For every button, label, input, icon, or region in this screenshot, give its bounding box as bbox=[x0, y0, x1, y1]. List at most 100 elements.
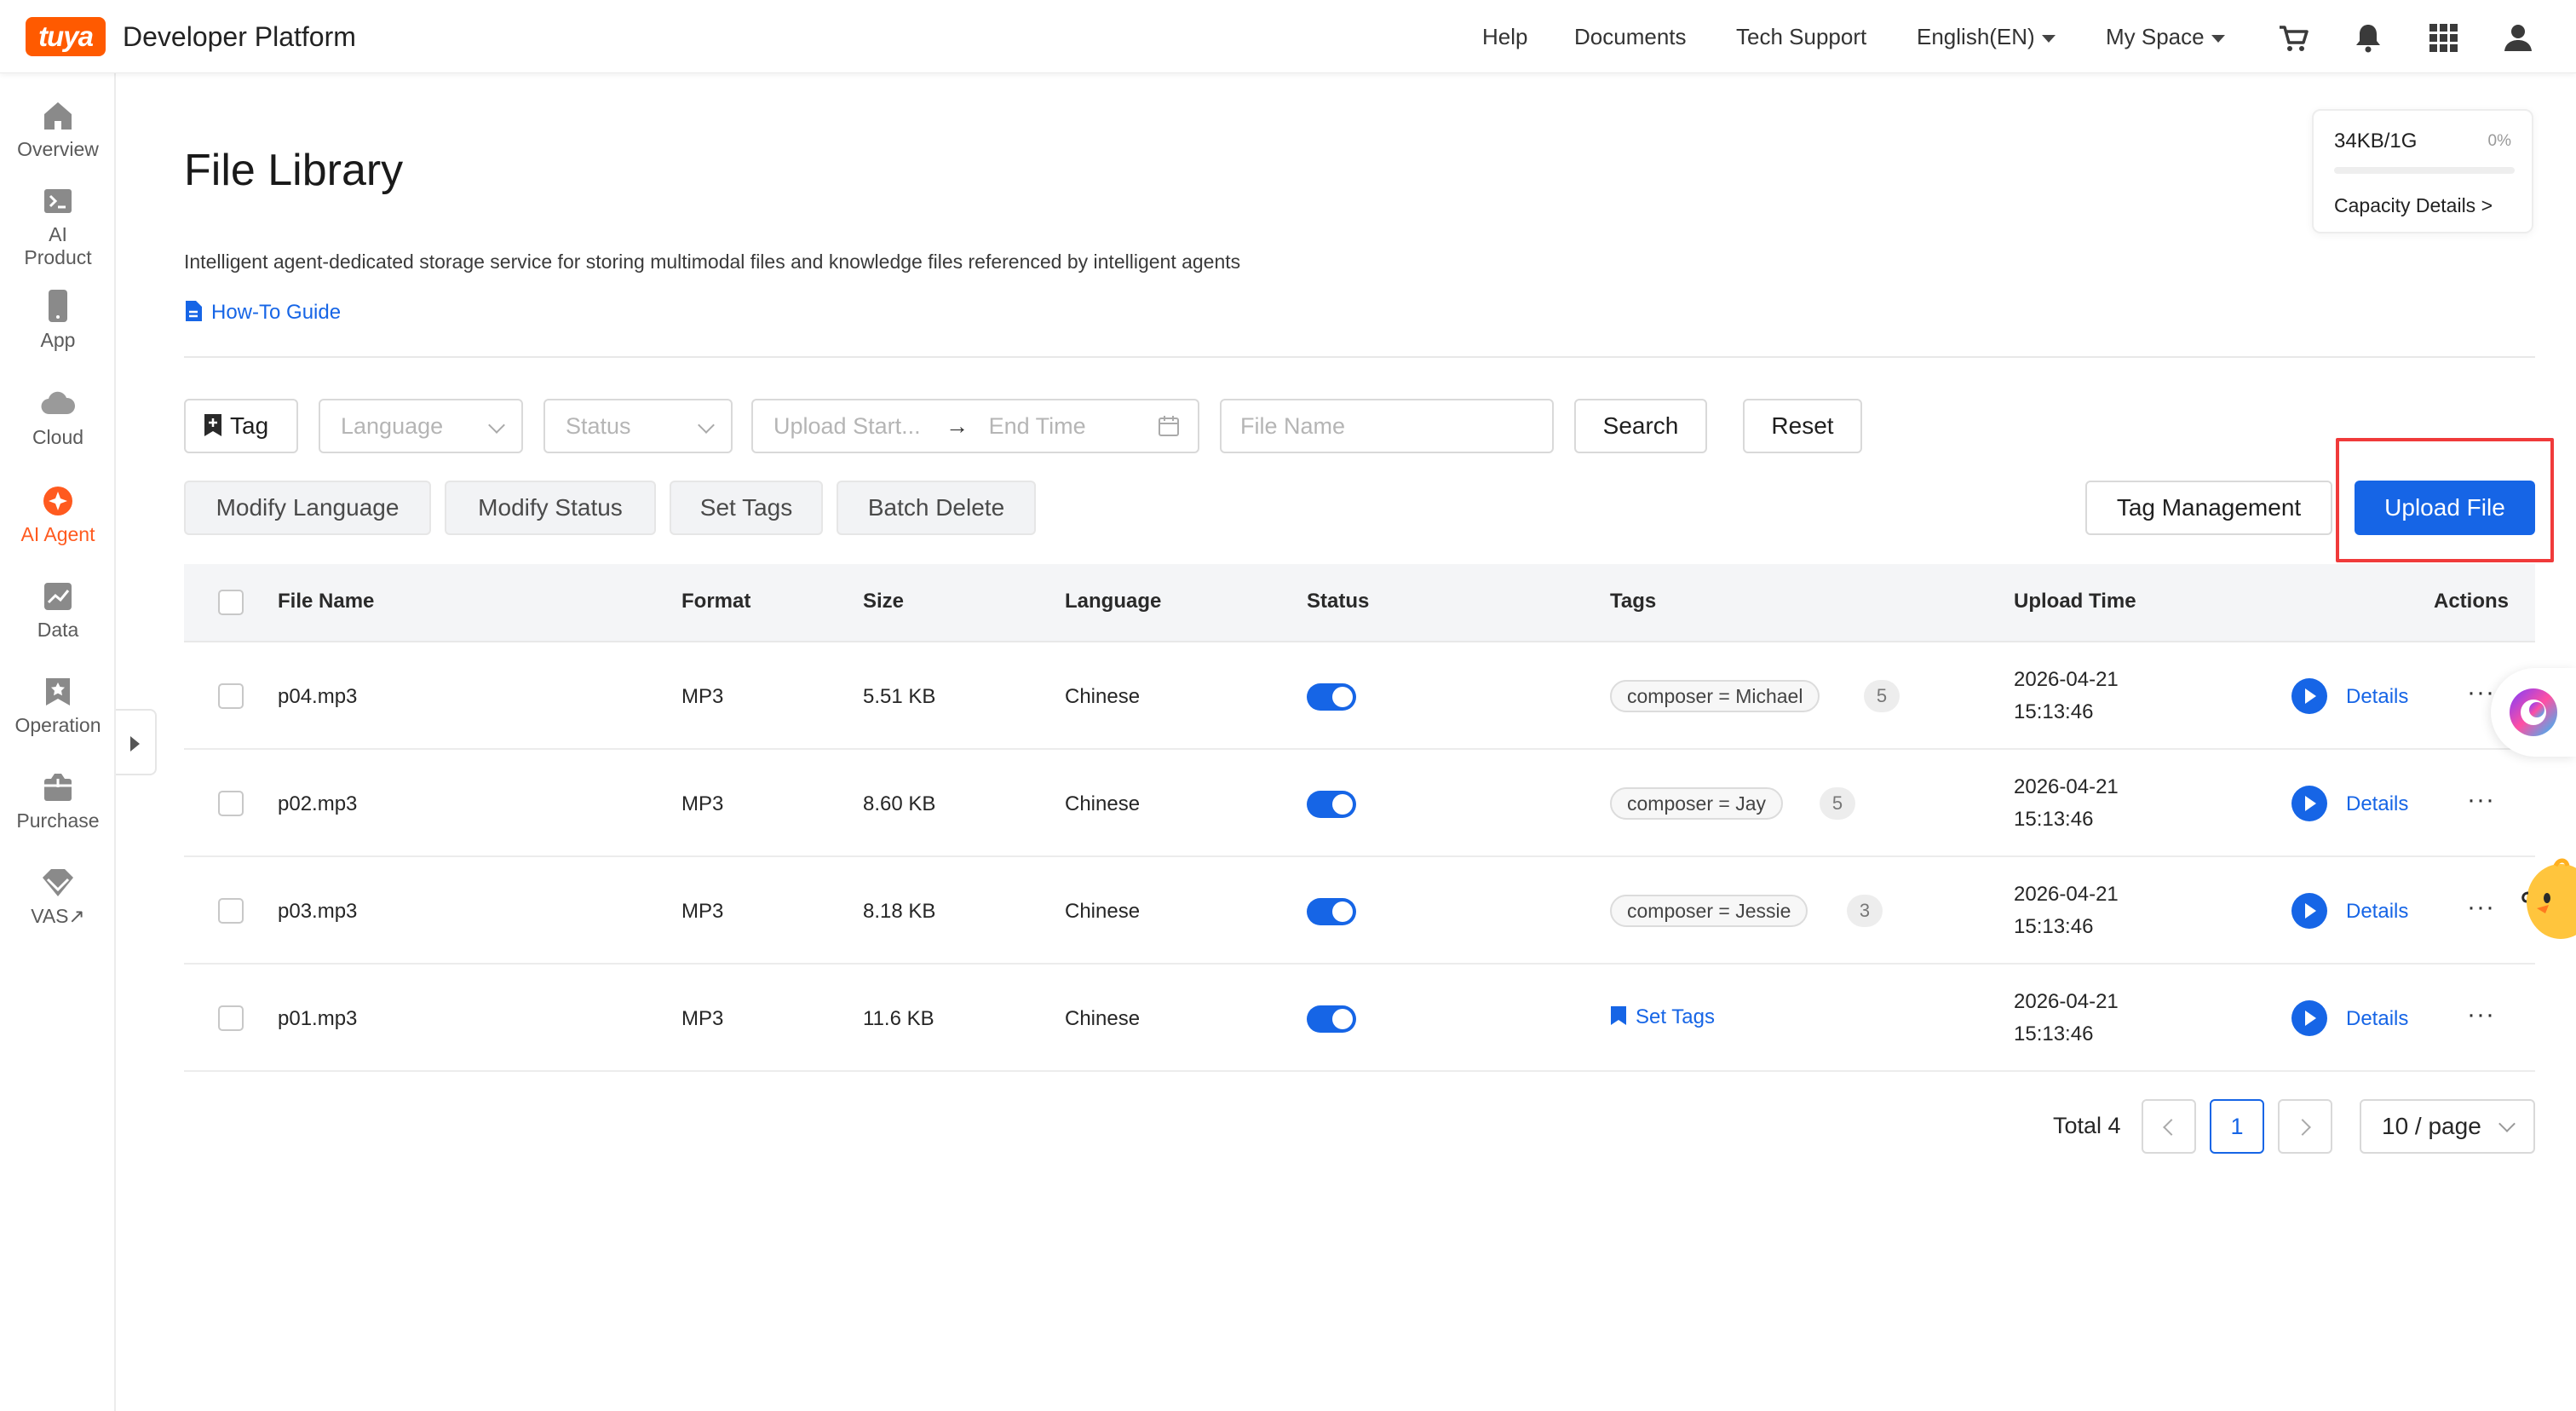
end-time-input[interactable]: End Time bbox=[989, 413, 1086, 439]
bookmark-icon bbox=[1611, 1006, 1626, 1025]
sidebar-item-app[interactable]: App bbox=[0, 288, 116, 352]
page-description: Intelligent agent-dedicated storage serv… bbox=[184, 251, 1241, 273]
sidebar-item-operation[interactable]: Operation bbox=[0, 675, 116, 737]
next-page-button[interactable] bbox=[2278, 1099, 2332, 1154]
how-to-guide-link[interactable]: How-To Guide bbox=[184, 300, 341, 325]
language-selector[interactable]: English(EN) bbox=[1917, 24, 2056, 50]
details-link[interactable]: Details bbox=[2346, 792, 2408, 816]
modify-language-button[interactable]: Modify Language bbox=[184, 481, 431, 535]
row-checkbox[interactable] bbox=[218, 791, 244, 816]
status-toggle[interactable] bbox=[1307, 1005, 1356, 1033]
mascot-float-button[interactable] bbox=[2521, 852, 2576, 946]
ai-assistant-float-button[interactable] bbox=[2491, 668, 2576, 757]
select-all-checkbox[interactable] bbox=[218, 590, 244, 615]
row-checkbox[interactable] bbox=[218, 898, 244, 924]
table-row[interactable]: p03.mp3 MP3 8.18 KB Chinese composer = J… bbox=[184, 857, 2535, 965]
tag-chip[interactable]: composer = Jessie bbox=[1610, 895, 1808, 927]
column-size[interactable]: Size bbox=[863, 590, 904, 613]
upload-time-range-picker[interactable]: Upload Start... → End Time bbox=[751, 399, 1199, 453]
caret-down-icon bbox=[2041, 34, 2056, 43]
column-language[interactable]: Language bbox=[1065, 590, 1161, 613]
external-link-icon: ↗ bbox=[68, 905, 85, 927]
space-selector[interactable]: My Space bbox=[2106, 24, 2225, 50]
more-actions-icon[interactable]: ··· bbox=[2467, 786, 2495, 815]
details-link[interactable]: Details bbox=[2346, 1007, 2408, 1031]
status-toggle[interactable] bbox=[1307, 791, 1356, 818]
tag-count-badge[interactable]: 5 bbox=[1864, 680, 1900, 712]
row-checkbox[interactable] bbox=[218, 1005, 244, 1031]
user-icon[interactable] bbox=[2501, 20, 2535, 55]
file-name-input[interactable]: File Name bbox=[1220, 399, 1554, 453]
status-select[interactable]: Status bbox=[543, 399, 733, 453]
sidebar-item-overview[interactable]: Overview bbox=[0, 99, 116, 161]
sidebar: Overview AI Product App Cloud AI Agent D… bbox=[0, 73, 116, 1411]
nav-documents[interactable]: Documents bbox=[1574, 24, 1687, 50]
tuya-logo[interactable]: tuya bbox=[26, 17, 106, 56]
start-time-input[interactable]: Upload Start... bbox=[773, 413, 921, 439]
header-divider bbox=[184, 356, 2535, 358]
ai-assistant-icon bbox=[2510, 688, 2557, 736]
upload-date: 2026-04-21 bbox=[2014, 668, 2119, 691]
details-link[interactable]: Details bbox=[2346, 900, 2408, 924]
sidebar-item-ai-product[interactable]: AI Product bbox=[0, 184, 116, 269]
page-size-label: 10 / page bbox=[2382, 1113, 2481, 1139]
table-row[interactable]: p01.mp3 MP3 11.6 KB Chinese Set Tags 202… bbox=[184, 965, 2535, 1072]
table-row[interactable]: p04.mp3 MP3 5.51 KB Chinese composer = M… bbox=[184, 642, 2535, 750]
tag-count-badge[interactable]: 3 bbox=[1847, 895, 1883, 927]
sidebar-item-purchase[interactable]: Purchase bbox=[0, 770, 116, 832]
tag-chip[interactable]: composer = Jay bbox=[1610, 787, 1783, 820]
sidebar-item-data[interactable]: Data bbox=[0, 579, 116, 642]
row-checkbox[interactable] bbox=[218, 683, 244, 709]
column-status[interactable]: Status bbox=[1307, 590, 1369, 613]
details-link[interactable]: Details bbox=[2346, 685, 2408, 709]
page-button-1[interactable]: 1 bbox=[2210, 1099, 2264, 1154]
more-actions-icon[interactable]: ··· bbox=[2467, 893, 2495, 922]
play-icon[interactable] bbox=[2291, 678, 2327, 714]
arrow-right-icon: → bbox=[946, 413, 969, 439]
file-language: Chinese bbox=[1065, 900, 1141, 923]
set-tags-link[interactable]: Set Tags bbox=[1610, 1005, 1715, 1029]
sidebar-expand-toggle[interactable] bbox=[116, 709, 157, 775]
reset-button[interactable]: Reset bbox=[1743, 399, 1862, 453]
bell-icon[interactable] bbox=[2351, 20, 2385, 55]
upload-time: 15:13:46 bbox=[2014, 700, 2094, 723]
column-file-name[interactable]: File Name bbox=[278, 590, 374, 613]
column-tags[interactable]: Tags bbox=[1610, 590, 1656, 613]
status-toggle[interactable] bbox=[1307, 898, 1356, 925]
nav-tech-support[interactable]: Tech Support bbox=[1736, 24, 1866, 50]
sidebar-item-vas[interactable]: VAS↗ bbox=[0, 866, 116, 928]
play-icon[interactable] bbox=[2291, 1000, 2327, 1036]
search-button[interactable]: Search bbox=[1574, 399, 1707, 453]
tag-management-button[interactable]: Tag Management bbox=[2085, 481, 2332, 535]
set-tags-button[interactable]: Set Tags bbox=[670, 481, 823, 535]
sidebar-item-label-line1: AI bbox=[49, 223, 67, 245]
tag-count-badge[interactable]: 5 bbox=[1820, 787, 1855, 820]
column-format[interactable]: Format bbox=[681, 590, 750, 613]
brand-title[interactable]: Developer Platform bbox=[123, 21, 356, 53]
more-actions-icon[interactable]: ··· bbox=[2467, 1000, 2495, 1029]
sidebar-item-ai-agent[interactable]: AI Agent bbox=[0, 484, 116, 546]
play-icon[interactable] bbox=[2291, 786, 2327, 821]
sidebar-item-cloud[interactable]: Cloud bbox=[0, 387, 116, 449]
chevron-down-icon bbox=[2498, 1115, 2516, 1132]
page-size-select[interactable]: 10 / page bbox=[2360, 1099, 2535, 1154]
apps-grid-icon[interactable] bbox=[2426, 20, 2460, 55]
nav-help[interactable]: Help bbox=[1482, 24, 1527, 50]
language-select[interactable]: Language bbox=[319, 399, 523, 453]
play-icon[interactable] bbox=[2291, 893, 2327, 929]
column-upload-time[interactable]: Upload Time bbox=[2014, 590, 2136, 613]
file-format: MP3 bbox=[681, 900, 724, 923]
tag-filter-button[interactable]: Tag bbox=[184, 399, 298, 453]
batch-delete-button[interactable]: Batch Delete bbox=[837, 481, 1036, 535]
caret-down-icon bbox=[2211, 34, 2225, 43]
modify-status-button[interactable]: Modify Status bbox=[445, 481, 656, 535]
capacity-details-link[interactable]: Capacity Details > bbox=[2334, 194, 2493, 217]
prev-page-button[interactable] bbox=[2142, 1099, 2196, 1154]
tag-chip[interactable]: composer = Michael bbox=[1610, 680, 1820, 712]
table-row[interactable]: p02.mp3 MP3 8.60 KB Chinese composer = J… bbox=[184, 750, 2535, 857]
file-language: Chinese bbox=[1065, 1007, 1141, 1030]
file-size: 8.18 KB bbox=[863, 900, 936, 923]
status-toggle[interactable] bbox=[1307, 683, 1356, 711]
cart-icon[interactable] bbox=[2276, 20, 2310, 55]
sidebar-item-label: Cloud bbox=[32, 426, 84, 448]
